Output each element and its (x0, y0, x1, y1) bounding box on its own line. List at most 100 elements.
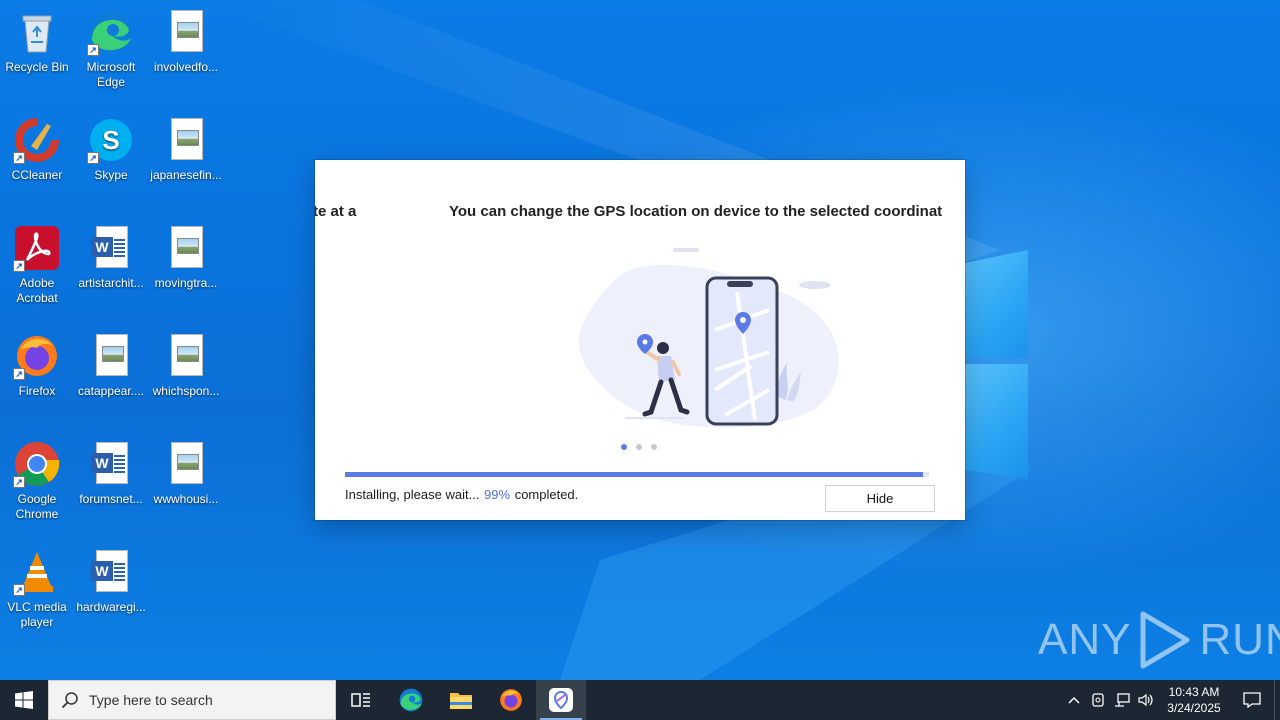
edge-icon: ↗ (87, 8, 135, 56)
desktop-icon-label: involvedfo... (153, 60, 219, 74)
system-tray: 10:43 AM 3/24/2025 (1062, 680, 1280, 720)
slide-dot[interactable] (651, 444, 657, 450)
tray-device-button[interactable] (1086, 680, 1110, 720)
gps-phone-illustration (578, 248, 839, 428)
shortcut-arrow-icon: ↗ (13, 152, 25, 164)
desktop-icon-label: Microsoft Edge (86, 60, 136, 89)
desktop-icon-label: hardwaregi... (76, 600, 146, 614)
firefox-icon: ↗ (13, 332, 61, 380)
image-file-icon (162, 8, 210, 56)
windows-logo-icon (15, 691, 33, 709)
taskbar-clock[interactable]: 10:43 AM 3/24/2025 (1158, 684, 1230, 716)
slide-dot[interactable] (621, 444, 627, 450)
file-explorer-icon (450, 693, 472, 709)
desktop-icon-recycle-bin[interactable]: Recycle Bin (0, 8, 74, 108)
installer-app-icon (549, 688, 573, 712)
taskbar-file-explorer-button[interactable] (436, 680, 486, 720)
word-document-icon: W (87, 440, 135, 488)
image-file-icon (162, 116, 210, 164)
install-progress-bar (345, 472, 929, 477)
tray-volume-button[interactable] (1134, 680, 1158, 720)
desktop-icon-ccleaner[interactable]: ↗ CCleaner (0, 116, 74, 216)
desktop: Recycle Bin ↗ CCleaner ↗ Adobe Acrobat ↗… (0, 0, 1280, 680)
taskbar: Type here to search 10:43 AM 3/24/2025 (0, 680, 1280, 720)
taskbar-installer-app-button[interactable] (536, 680, 586, 720)
desktop-icon-japanesefin[interactable]: japanesefin... (149, 116, 223, 216)
desktop-icon-label: CCleaner (11, 168, 63, 182)
progress-percent: 99% (484, 487, 511, 502)
notification-icon (1243, 692, 1261, 708)
word-document-icon: W (87, 548, 135, 596)
volume-icon (1138, 693, 1153, 707)
desktop-icon-vlc-media-player[interactable]: ↗ VLC media player (0, 548, 74, 648)
svg-text:S: S (102, 125, 119, 155)
clock-date: 3/24/2025 (1167, 701, 1221, 715)
desktop-icon-label: forumsnet... (79, 492, 143, 506)
tray-network-button[interactable] (1110, 680, 1134, 720)
watermark-text-left: ANY (1038, 615, 1132, 664)
skype-icon: S ↗ (87, 116, 135, 164)
desktop-icon-artistarchit[interactable]: W artistarchit... (74, 224, 148, 324)
shortcut-arrow-icon: ↗ (87, 44, 99, 56)
desktop-icon-firefox[interactable]: ↗ Firefox (0, 332, 74, 432)
image-file-icon (162, 224, 210, 272)
desktop-icon-google-chrome[interactable]: ↗ Google Chrome (0, 440, 74, 540)
edge-icon (399, 688, 423, 712)
action-center-button[interactable] (1230, 680, 1274, 720)
search-placeholder: Type here to search (89, 692, 213, 708)
slide-dot[interactable] (636, 444, 642, 450)
desktop-icon-label: japanesefin... (150, 168, 222, 182)
image-file-icon (162, 332, 210, 380)
taskbar-search-box[interactable]: Type here to search (48, 680, 336, 720)
start-button[interactable] (0, 680, 48, 720)
watermark-text-right: RUN (1199, 615, 1280, 664)
shortcut-arrow-icon: ↗ (13, 368, 25, 380)
shortcut-arrow-icon: ↗ (13, 476, 25, 488)
show-desktop-button[interactable] (1274, 680, 1280, 720)
desktop-icon-wwwhousi[interactable]: wwwhousi... (149, 440, 223, 540)
desktop-icon-label: Skype (94, 168, 128, 182)
desktop-icon-skype[interactable]: S ↗ Skype (74, 116, 148, 216)
desktop-icon-catappear[interactable]: catappear.... (74, 332, 148, 432)
ccleaner-icon: ↗ (13, 116, 61, 164)
desktop-icon-forumsnet[interactable]: W forumsnet... (74, 440, 148, 540)
status-prefix: Installing, please wait... (345, 487, 480, 502)
taskbar-firefox-button[interactable] (486, 680, 536, 720)
slide-indicator (621, 444, 657, 450)
shortcut-arrow-icon: ↗ (87, 152, 99, 164)
chrome-icon: ↗ (13, 440, 61, 488)
hide-button[interactable]: Hide (825, 485, 935, 512)
install-progress-fill (345, 472, 924, 477)
anyrun-watermark: ANY RUN (1038, 608, 1280, 672)
show-hidden-icons-button[interactable] (1062, 680, 1086, 720)
desktop-icon-label: Google Chrome (15, 492, 59, 521)
firefox-icon (500, 689, 522, 711)
install-status-text: Installing, please wait... 99% completed… (345, 487, 578, 502)
previous-slide-title: te at a (315, 203, 357, 220)
shortcut-arrow-icon: ↗ (13, 260, 25, 272)
desktop-icon-whichspon[interactable]: whichspon... (149, 332, 223, 432)
task-view-button[interactable] (336, 680, 386, 720)
desktop-icon-label: Recycle Bin (5, 60, 69, 74)
desktop-icon-label: VLC media player (7, 600, 67, 629)
slide-title: You can change the GPS location on devic… (449, 203, 943, 220)
recycle-bin-icon (13, 8, 61, 56)
taskbar-edge-button[interactable] (386, 680, 436, 720)
desktop-icon-hardwaregi[interactable]: W hardwaregi... (74, 548, 148, 648)
image-file-icon (87, 332, 135, 380)
desktop-icon-movingtra[interactable]: movingtra... (149, 224, 223, 324)
image-file-icon (162, 440, 210, 488)
desktop-icon-involvedfo[interactable]: involvedfo... (149, 8, 223, 108)
desktop-icon-adobe-acrobat[interactable]: ↗ Adobe Acrobat (0, 224, 74, 324)
acrobat-icon: ↗ (13, 224, 61, 272)
desktop-icon-microsoft-edge[interactable]: ↗ Microsoft Edge (74, 8, 148, 108)
desktop-icon-label: Firefox (18, 384, 56, 398)
desktop-icon-label: movingtra... (154, 276, 218, 290)
play-logo-icon (1140, 611, 1190, 669)
wallpaper-logo-pane (965, 250, 1028, 358)
desktop-icon-label: whichspon... (152, 384, 220, 398)
word-document-icon: W (87, 224, 135, 272)
network-icon (1115, 693, 1130, 707)
status-suffix: completed. (514, 487, 579, 502)
shortcut-arrow-icon: ↗ (13, 584, 25, 596)
